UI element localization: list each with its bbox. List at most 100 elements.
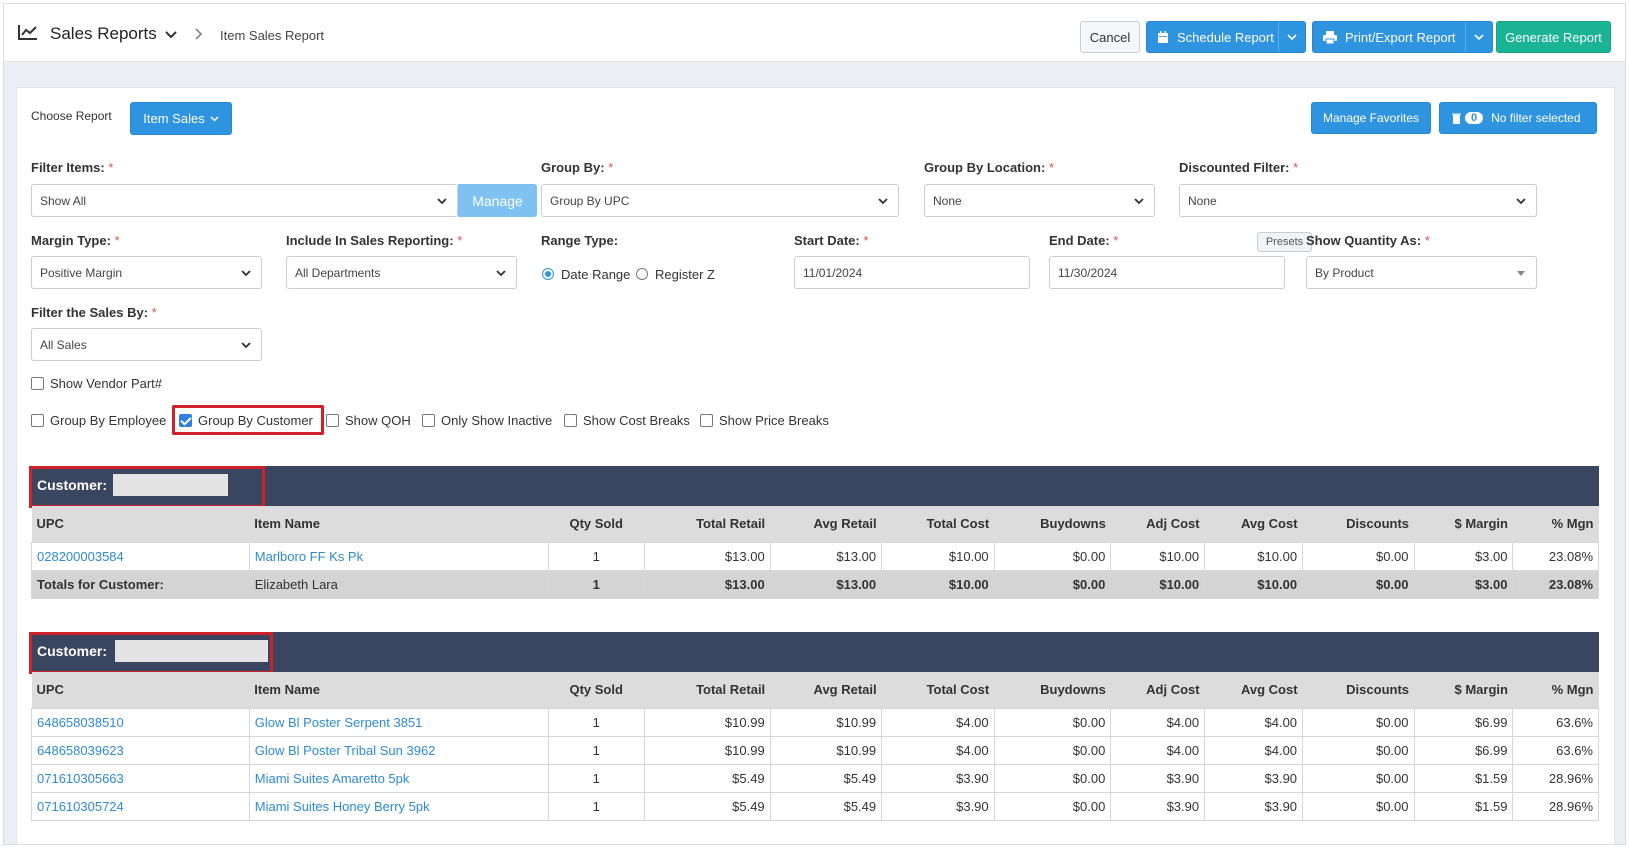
show-qoh-label: Show QOH bbox=[345, 413, 411, 428]
required-mark: * bbox=[1293, 160, 1299, 175]
upc-link[interactable]: 071610305663 bbox=[31, 763, 250, 793]
show-qoh-checkbox[interactable] bbox=[326, 414, 339, 427]
column-header[interactable]: Item Name bbox=[249, 672, 549, 708]
avg-cost-cell: $4.00 bbox=[1204, 735, 1304, 765]
chevron-down-icon bbox=[241, 270, 251, 277]
totals-buydowns: $0.00 bbox=[993, 569, 1112, 599]
column-header[interactable]: Avg Retail bbox=[770, 506, 882, 542]
report-type-dropdown[interactable]: Item Sales bbox=[130, 102, 232, 135]
filter-items-select[interactable]: Show All bbox=[31, 184, 458, 217]
column-header[interactable]: % Mgn bbox=[1512, 506, 1599, 542]
start-date-input[interactable]: 11/01/2024 bbox=[794, 256, 1030, 289]
avg-retail-cell: $10.99 bbox=[769, 707, 883, 737]
group-by-select[interactable]: Group By UPC bbox=[541, 184, 899, 217]
item-name-link[interactable]: Miami Suites Honey Berry 5pk bbox=[248, 791, 549, 821]
line-chart-icon bbox=[18, 25, 37, 40]
column-header[interactable]: Avg Cost bbox=[1204, 672, 1303, 708]
group-by-label-text: Group By: bbox=[541, 160, 605, 175]
upc-link[interactable]: 648658039623 bbox=[31, 735, 250, 765]
item-name-link[interactable]: Marlboro FF Ks Pk bbox=[248, 541, 549, 571]
column-header[interactable]: Discounts bbox=[1302, 506, 1415, 542]
date-range-radio[interactable] bbox=[542, 268, 554, 280]
total-retail-cell: $13.00 bbox=[643, 541, 771, 571]
column-header[interactable]: $ Margin bbox=[1414, 672, 1513, 708]
chevron-right-icon bbox=[195, 28, 203, 40]
adj-cost-cell: $4.00 bbox=[1110, 735, 1206, 765]
column-header[interactable]: Qty Sold bbox=[548, 672, 645, 708]
chevron-down-icon bbox=[241, 342, 251, 349]
column-header[interactable]: Total Retail bbox=[644, 672, 771, 708]
page-title[interactable]: Sales Reports bbox=[50, 24, 157, 44]
group-by-location-select[interactable]: None bbox=[924, 184, 1155, 217]
manage-favorites-button[interactable]: Manage Favorites bbox=[1311, 102, 1431, 134]
include-in-sales-select[interactable]: All Departments bbox=[286, 256, 517, 289]
total-cost-cell: $3.90 bbox=[881, 791, 995, 821]
presets-button[interactable]: Presets bbox=[1257, 232, 1312, 252]
total-retail-cell: $10.99 bbox=[643, 735, 771, 765]
only-show-inactive-checkbox[interactable] bbox=[422, 414, 435, 427]
group-by-customer-label: Group By Customer bbox=[198, 413, 313, 428]
column-header[interactable]: Total Retail bbox=[644, 506, 771, 542]
show-quantity-value: By Product bbox=[1315, 265, 1374, 280]
column-header[interactable]: Avg Retail bbox=[770, 672, 882, 708]
customer-sales-table: UPC Item Name Qty Sold Total Retail Avg … bbox=[31, 672, 1599, 821]
column-header[interactable]: Total Cost bbox=[881, 506, 995, 542]
margin-type-value: Positive Margin bbox=[40, 265, 123, 280]
show-vendor-part-checkbox[interactable] bbox=[31, 377, 44, 390]
qty-sold-cell: 1 bbox=[547, 541, 645, 571]
item-name-link[interactable]: Glow Bl Poster Serpent 3851 bbox=[248, 707, 549, 737]
generate-report-button[interactable]: Generate Report bbox=[1496, 21, 1611, 53]
print-dropdown-toggle[interactable] bbox=[1465, 21, 1493, 53]
filter-items-value: Show All bbox=[40, 193, 87, 208]
column-header[interactable]: $ Margin bbox=[1414, 506, 1513, 542]
column-header[interactable]: Adj Cost bbox=[1110, 506, 1205, 542]
trash-icon bbox=[1452, 113, 1461, 124]
filter-status-button[interactable]: 0 No filter selected bbox=[1439, 102, 1597, 134]
upc-link[interactable]: 071610305724 bbox=[31, 791, 250, 821]
column-header[interactable]: Qty Sold bbox=[548, 506, 645, 542]
chevron-down-icon[interactable] bbox=[164, 30, 178, 40]
table-header-row: UPC Item Name Qty Sold Total Retail Avg … bbox=[31, 506, 1599, 542]
discounted-filter-select[interactable]: None bbox=[1179, 184, 1537, 217]
column-header[interactable]: Buydowns bbox=[994, 672, 1111, 708]
column-header[interactable]: Avg Cost bbox=[1204, 506, 1303, 542]
column-header[interactable]: Discounts bbox=[1302, 672, 1415, 708]
column-header[interactable]: Adj Cost bbox=[1110, 672, 1205, 708]
margin-type-select[interactable]: Positive Margin bbox=[31, 256, 262, 289]
item-name-link[interactable]: Glow Bl Poster Tribal Sun 3962 bbox=[248, 735, 549, 765]
required-mark: * bbox=[108, 160, 114, 175]
group-by-employee-checkbox[interactable] bbox=[31, 414, 44, 427]
group-by-customer-checkbox[interactable] bbox=[179, 414, 192, 427]
column-header[interactable]: UPC bbox=[31, 672, 250, 708]
filter-sales-by-value: All Sales bbox=[40, 337, 87, 352]
include-in-sales-value: All Departments bbox=[295, 265, 381, 280]
print-export-button[interactable]: Print/Export Report bbox=[1312, 21, 1490, 53]
totals-dollar-margin: $3.00 bbox=[1413, 569, 1514, 599]
end-date-input[interactable]: 11/30/2024 bbox=[1049, 256, 1285, 289]
show-cost-breaks-checkbox[interactable] bbox=[564, 414, 577, 427]
register-z-radio[interactable] bbox=[636, 268, 648, 280]
schedule-dropdown-toggle[interactable] bbox=[1278, 21, 1306, 53]
avg-retail-cell: $10.99 bbox=[769, 735, 883, 765]
manage-filter-button[interactable]: Manage bbox=[458, 184, 537, 217]
filter-items-label: Filter Items: * bbox=[31, 160, 113, 175]
column-header[interactable]: Total Cost bbox=[881, 672, 995, 708]
required-mark: * bbox=[608, 160, 614, 175]
show-quantity-select[interactable]: By Product bbox=[1306, 256, 1537, 289]
top-bar: Sales Reports Item Sales Report Cancel S… bbox=[4, 4, 1625, 62]
column-header[interactable]: Buydowns bbox=[994, 506, 1111, 542]
cancel-button[interactable]: Cancel bbox=[1080, 21, 1140, 53]
item-name-link[interactable]: Miami Suites Amaretto 5pk bbox=[248, 763, 549, 793]
filter-sales-by-select[interactable]: All Sales bbox=[31, 328, 262, 361]
column-header[interactable]: % Mgn bbox=[1512, 672, 1599, 708]
column-header[interactable]: UPC bbox=[31, 506, 250, 542]
group-by-location-label-text: Group By Location: bbox=[924, 160, 1046, 175]
discounts-cell: $0.00 bbox=[1302, 791, 1415, 821]
total-retail-cell: $10.99 bbox=[643, 707, 771, 737]
show-price-breaks-checkbox[interactable] bbox=[700, 414, 713, 427]
upc-link[interactable]: 648658038510 bbox=[31, 707, 250, 737]
margin-type-label: Margin Type: * bbox=[31, 233, 120, 248]
column-header[interactable]: Item Name bbox=[249, 506, 549, 542]
upc-link[interactable]: 028200003584 bbox=[31, 541, 250, 571]
total-cost-cell: $4.00 bbox=[881, 707, 995, 737]
